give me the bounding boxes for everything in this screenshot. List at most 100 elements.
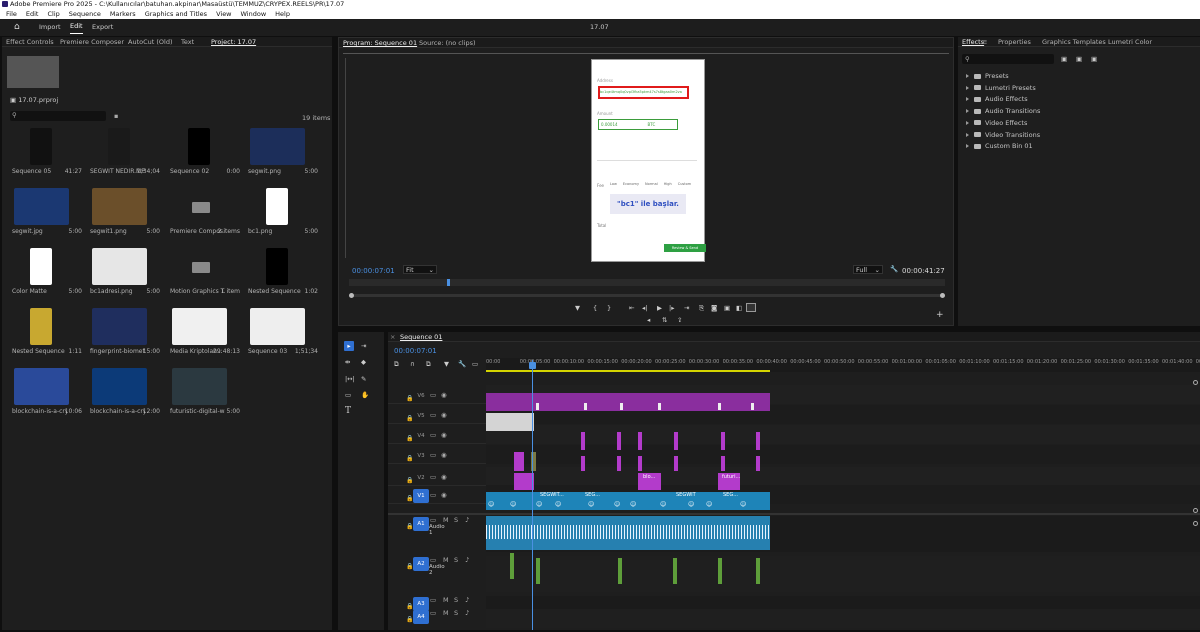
tab-project[interactable]: Project: 17.07 [211,37,256,47]
project-item-thumbnail[interactable] [92,188,147,225]
export-tab[interactable]: Export [92,19,113,36]
fit-select[interactable]: Fit ⌄ [403,265,437,274]
expand-icon[interactable] [966,74,969,78]
menu-item-graphics-and-titles[interactable]: Graphics and Titles [145,10,207,18]
clip-v4[interactable] [581,432,585,450]
track-target-v3[interactable]: V3 [413,449,429,463]
project-item-thumbnail[interactable] [250,308,305,345]
zoom-scrollbar[interactable] [349,294,945,297]
bin-icon[interactable]: ▪ [114,112,118,120]
track-output-icon[interactable]: ▭ [430,431,436,439]
clip-v3[interactable] [674,456,678,471]
track-select-icon[interactable]: ⇥ [361,342,366,350]
vr-icon[interactable]: ◧ [736,304,742,312]
program-timecode[interactable]: 00:00:07:01 [352,267,395,275]
project-item-thumbnail[interactable] [172,368,227,405]
razor-icon[interactable]: ◆ [361,358,366,366]
export-frame-icon[interactable]: ⇪ [677,316,682,324]
add-marker-icon[interactable]: ▼ [575,304,580,312]
eye-icon[interactable]: ◉ [441,431,447,439]
tab-text[interactable]: Text [181,37,194,47]
project-search-input[interactable]: ⚲ [10,111,106,121]
clip-audio-2[interactable] [718,558,722,584]
effects-folder-item[interactable]: Lumetri Presets [966,83,1036,93]
clip-v4[interactable] [756,432,760,450]
menu-icon[interactable]: ≡ [982,37,987,47]
project-item-thumbnail[interactable] [92,308,147,345]
clip-v4[interactable] [674,432,678,450]
expand-icon[interactable] [966,97,969,102]
clip-v4[interactable] [721,432,725,450]
expand-icon[interactable] [966,144,969,149]
effects-folder-item[interactable]: Custom Bin 01 [966,141,1033,151]
accelerated-icon[interactable]: ▣ [1061,55,1067,63]
project-item-thumbnail[interactable] [172,188,227,225]
track-output-icon[interactable]: ▭ [430,391,436,399]
track-divider[interactable] [388,513,1200,515]
effects-folder-item[interactable]: Audio Effects [966,94,1028,104]
effects-folder-item[interactable]: Audio Transitions [966,106,1040,116]
track-output-icon[interactable]: ▭ [430,596,436,604]
quality-select[interactable]: Full ⌄ [853,265,883,274]
pen-icon[interactable]: ✎ [361,375,366,383]
project-item-thumbnail[interactable] [92,368,147,405]
clip-color-matte[interactable] [486,413,534,431]
project-item-thumbnail[interactable] [188,128,210,165]
mark-out-icon[interactable]: } [607,304,611,312]
hand-icon[interactable]: ✋ [361,391,369,399]
clip-audio-2[interactable] [536,558,540,584]
playhead-handle[interactable] [529,362,536,369]
mini-timeline[interactable] [349,279,945,286]
snap-icon[interactable]: ∩ [410,360,415,368]
play-icon[interactable]: ▶ [657,304,662,312]
tab-autocut[interactable]: AutoCut (Old) [128,37,172,47]
insert-icon[interactable]: ⎘ [699,304,704,313]
mute-button[interactable]: M [443,596,449,604]
insert-nest-icon[interactable]: ⧉ [394,360,399,369]
track-target-v6[interactable]: V6 [413,389,429,403]
menu-item-sequence[interactable]: Sequence [69,10,101,18]
eye-icon[interactable]: ◉ [441,473,447,481]
eye-icon[interactable]: ◉ [441,411,447,419]
project-item-thumbnail[interactable] [266,188,288,225]
menu-item-view[interactable]: View [216,10,231,18]
tab-premiere-composer[interactable]: Premiere Composer [60,37,124,47]
clip-v3[interactable] [721,456,725,471]
solo-button[interactable]: S [454,516,458,524]
tab-graphics-templates[interactable]: Graphics Templates [1042,37,1106,47]
project-item-thumbnail[interactable] [30,248,52,285]
tab-lumetri-color[interactable]: Lumetri Color [1108,37,1152,47]
mic-icon[interactable]: ♪ [465,556,469,564]
tab-sequence-01[interactable]: Sequence 01 [400,332,442,342]
tab-program[interactable]: Program: Sequence 01 [343,38,417,48]
clip-v3[interactable] [514,452,524,471]
mark-in-icon[interactable]: { [593,304,597,312]
track-output-icon[interactable]: ▭ [430,491,436,499]
go-to-out-icon[interactable]: ⇥ [684,304,689,312]
go-to-in-icon[interactable]: ⇤ [629,304,634,312]
step-back-icon[interactable]: ◂| [642,304,647,312]
camera-icon[interactable]: ◙ [711,304,717,312]
project-item-thumbnail[interactable] [266,248,288,285]
selection-tool-icon[interactable]: ▸ [344,341,354,351]
project-item-thumbnail[interactable] [172,308,227,345]
rectangle-icon[interactable]: ▭ [345,391,351,399]
mic-icon[interactable]: ♪ [465,596,469,604]
yuv-icon[interactable]: ▣ [1091,55,1097,63]
clip-audio-2[interactable] [673,558,677,584]
add-marker-icon[interactable]: ▼ [444,360,449,368]
mute-button[interactable]: M [443,556,449,564]
track-target-a1[interactable]: A1 [413,517,429,531]
clip-audio-2[interactable] [510,553,514,579]
comparison-icon[interactable]: ▣ [724,304,730,312]
menu-item-help[interactable]: Help [275,10,290,18]
mute-button[interactable]: M [443,516,449,524]
project-item-thumbnail[interactable] [108,128,130,165]
project-item-thumbnail[interactable] [250,128,305,165]
track-output-icon[interactable]: ▭ [430,411,436,419]
timeline-timecode[interactable]: 00:00:07:01 [394,347,437,355]
effects-folder-item[interactable]: Video Transitions [966,130,1040,140]
mic-icon[interactable]: ♪ [465,609,469,617]
effects-folder-item[interactable]: Presets [966,71,1009,81]
clip-v3[interactable] [581,456,585,471]
